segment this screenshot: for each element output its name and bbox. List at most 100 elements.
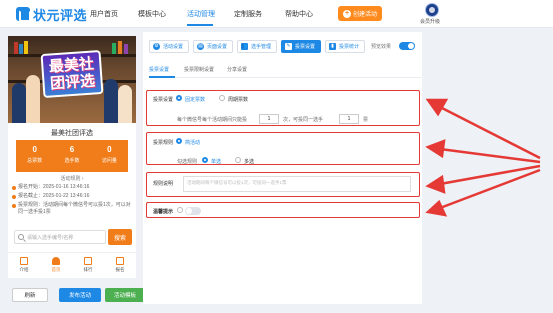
tool-label: 投票设置 bbox=[295, 44, 316, 50]
subtab-active-underline bbox=[149, 76, 175, 78]
stat-value: 0 bbox=[32, 145, 37, 154]
tab-label: 首页 bbox=[51, 267, 61, 272]
tab-signup[interactable]: 报名 bbox=[104, 253, 136, 278]
page-icon: ▤ bbox=[197, 43, 204, 50]
stat-label: 访问量 bbox=[101, 158, 117, 164]
tab-vote-settings[interactable]: ✎ 投票设置 bbox=[281, 40, 321, 53]
tab-label: 介绍 bbox=[19, 267, 29, 272]
settings-panel: ⚙ 活动设置 ▤ 页面设置 👥 选手管理 ✎ 投票设置 ▮ 投票统计 预览效果 … bbox=[143, 32, 422, 304]
intro-icon bbox=[20, 257, 28, 265]
arrow-line bbox=[439, 164, 541, 186]
stats-bar: 0 总票数 6 选手数 0 访问量 bbox=[16, 140, 128, 172]
search-button[interactable]: 搜索 bbox=[108, 229, 132, 245]
nav-link-templates[interactable]: 模板中心 bbox=[138, 9, 166, 19]
preview-tab-bar: 介绍 首页 排行 报名 bbox=[8, 252, 136, 278]
info-rule: 投票规则：活动期间每个微信号可以投1次，可以对同一选手投1票 bbox=[12, 202, 134, 216]
nav-link-custom[interactable]: 定制服务 bbox=[234, 9, 262, 19]
arrow-head bbox=[425, 139, 446, 159]
preview-banner: 最美社 团评选 bbox=[8, 36, 136, 123]
tab-intro[interactable]: 介绍 bbox=[8, 253, 40, 278]
preview-label: 预览效果 bbox=[371, 44, 392, 50]
stat-label: 选手数 bbox=[64, 158, 80, 164]
book-decoration bbox=[24, 41, 28, 54]
arrow-line bbox=[439, 147, 541, 164]
person-illustration bbox=[12, 83, 26, 123]
tab-label: 报名 bbox=[115, 267, 125, 272]
refresh-button[interactable]: 刷新 bbox=[12, 288, 48, 302]
highlight-rule-desc bbox=[146, 172, 420, 197]
highlight-vote-rule bbox=[146, 132, 420, 165]
nav-active-underline bbox=[187, 24, 213, 26]
highlight-vote-method bbox=[146, 90, 420, 126]
info-end-text: 报名截止：2025-01-22 13:46:16 bbox=[18, 193, 90, 199]
tab-vote-stats[interactable]: ▮ 投票统计 bbox=[325, 40, 365, 53]
tab-contestant-manage[interactable]: 👥 选手管理 bbox=[237, 40, 277, 53]
info-start: 报名开始：2025-01-16 13:46:16 bbox=[12, 184, 134, 191]
bar-chart-icon: ▮ bbox=[329, 43, 336, 50]
logo-text: 状元评选 bbox=[33, 7, 88, 23]
ranking-icon bbox=[84, 257, 92, 265]
rules-link[interactable]: 活动规则 › bbox=[8, 175, 136, 182]
create-activity-button[interactable]: + 创建活动 bbox=[338, 6, 382, 21]
tab-home[interactable]: 首页 bbox=[40, 253, 72, 278]
signup-icon bbox=[116, 257, 124, 265]
info-rule-text: 投票规则：活动期间每个微信号可以投1次，可以对同一选手投1票 bbox=[18, 202, 131, 215]
info-start-text: 报名开始：2025-01-16 13:46:16 bbox=[18, 184, 90, 190]
stat-contestants: 6 选手数 bbox=[53, 140, 90, 172]
bullet-icon bbox=[12, 203, 16, 208]
tab-activity-settings[interactable]: ⚙ 活动设置 bbox=[149, 40, 189, 53]
person-illustration bbox=[118, 85, 132, 123]
arrow-head bbox=[425, 98, 449, 117]
create-activity-label: 创建活动 bbox=[352, 12, 377, 18]
logo[interactable]: 状元评选 bbox=[16, 6, 88, 23]
person-illustration bbox=[26, 75, 40, 123]
banner-title: 最美社 团评选 bbox=[40, 49, 104, 99]
search-icon bbox=[18, 234, 24, 240]
info-end: 报名截止：2025-01-22 13:46:16 bbox=[12, 193, 134, 200]
member-upgrade-label[interactable]: 会员升级 bbox=[420, 18, 440, 25]
arrow-head bbox=[425, 199, 448, 217]
tab-label: 排行 bbox=[83, 267, 93, 272]
bullet-icon bbox=[12, 185, 16, 190]
nav-link-activities[interactable]: 活动管理 bbox=[187, 9, 215, 19]
member-avatar-icon[interactable] bbox=[425, 3, 439, 17]
activity-name: 最美社团评选 bbox=[51, 130, 93, 137]
arrow-line bbox=[439, 105, 541, 160]
arrow-head bbox=[425, 174, 446, 194]
nav-link-help[interactable]: 帮助中心 bbox=[285, 9, 313, 19]
tool-label: 选手管理 bbox=[251, 44, 272, 50]
logo-icon bbox=[16, 7, 31, 22]
book-decoration bbox=[118, 41, 122, 54]
search-placeholder: 请输入选手编号/名称 bbox=[27, 234, 74, 241]
subtab-divider bbox=[149, 77, 421, 78]
vote-settings-icon: ✎ bbox=[285, 43, 292, 50]
tab-page-settings[interactable]: ▤ 页面设置 bbox=[193, 40, 233, 53]
book-decoration bbox=[112, 43, 116, 54]
gear-icon: ⚙ bbox=[153, 43, 160, 50]
banner-title-line: 团评选 bbox=[49, 72, 96, 93]
bullet-icon bbox=[12, 194, 16, 199]
users-icon: 👥 bbox=[241, 43, 248, 50]
mobile-preview: 最美社 团评选 最美社团评选 0 总票数 6 选手数 0 访问量 活动规则 › … bbox=[8, 36, 136, 278]
nav-link-home[interactable]: 用户首页 bbox=[90, 9, 118, 19]
plus-icon: + bbox=[342, 9, 351, 18]
arrow-line bbox=[439, 168, 541, 210]
subtab-vote-limits[interactable]: 投票限制设置 bbox=[184, 66, 214, 73]
preview-toggle[interactable] bbox=[399, 42, 415, 50]
template-button[interactable]: 活动模板 bbox=[105, 288, 145, 302]
person-illustration bbox=[104, 79, 118, 123]
book-decoration bbox=[19, 44, 23, 54]
subtab-vote-settings[interactable]: 投票设置 bbox=[149, 66, 169, 73]
tab-ranking[interactable]: 排行 bbox=[72, 253, 104, 278]
publish-button[interactable]: 发布活动 bbox=[59, 288, 101, 302]
stat-votes: 0 总票数 bbox=[16, 140, 53, 172]
book-decoration bbox=[14, 42, 18, 54]
contestant-search-input[interactable]: 请输入选手编号/名称 bbox=[14, 230, 106, 244]
highlight-tip bbox=[146, 202, 420, 218]
tool-label: 页面设置 bbox=[207, 44, 228, 50]
subtab-share-settings[interactable]: 分享设置 bbox=[227, 66, 247, 73]
stat-value: 6 bbox=[69, 145, 75, 154]
home-icon bbox=[52, 257, 60, 265]
top-nav: 状元评选 用户首页 模板中心 活动管理 定制服务 帮助中心 + 创建活动 会员升… bbox=[0, 0, 553, 28]
tool-label: 活动设置 bbox=[163, 44, 184, 50]
